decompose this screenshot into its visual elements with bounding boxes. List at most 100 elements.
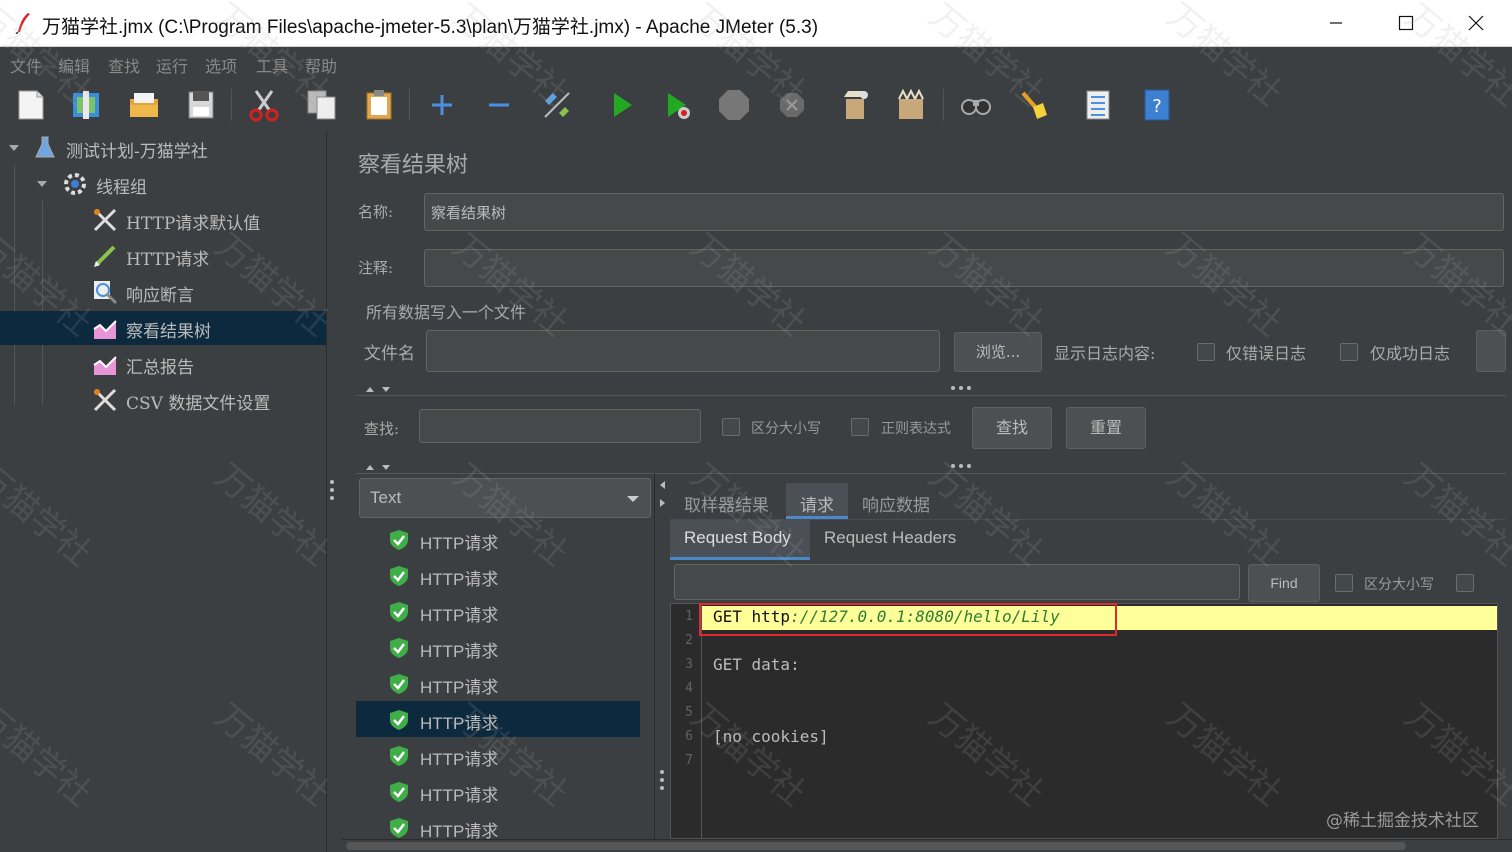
body-regex-checkbox[interactable] xyxy=(1456,574,1474,592)
configure-button[interactable] xyxy=(1476,330,1506,372)
expand-icon[interactable] xyxy=(424,87,460,123)
tree-item-view-results-tree[interactable]: 察看结果树 xyxy=(0,311,326,345)
tree-item-test-plan[interactable]: 测试计划-万猫学社 xyxy=(0,131,326,165)
split-arrows-icon[interactable] xyxy=(364,384,394,394)
close-icon xyxy=(1468,15,1484,31)
templates-icon[interactable] xyxy=(68,87,104,123)
sampler-pen-icon xyxy=(94,245,116,267)
results-splitter[interactable] xyxy=(654,473,668,843)
tree-item-label: HTTP请求 xyxy=(126,250,210,270)
body-find-button[interactable]: Find xyxy=(1248,564,1320,602)
editor-scrollbar[interactable] xyxy=(1500,603,1512,683)
success-only-checkbox[interactable] xyxy=(1340,343,1358,361)
find-button[interactable]: 查找 xyxy=(972,407,1052,449)
cut-icon[interactable] xyxy=(246,87,282,123)
scrollbar-thumb[interactable] xyxy=(346,842,1406,850)
errors-only-checkbox[interactable] xyxy=(1197,343,1215,361)
split-arrows-icon xyxy=(660,481,665,507)
code-line-3: GET data: xyxy=(713,655,800,674)
result-item[interactable]: HTTP请求 xyxy=(356,521,640,557)
save-icon[interactable] xyxy=(183,87,219,123)
tab-request-headers[interactable]: Request Headers xyxy=(824,528,956,548)
tree-item-label: 响应断言 xyxy=(126,286,194,306)
clear-icon[interactable] xyxy=(836,87,872,123)
menu-options[interactable]: 选项 xyxy=(205,53,237,77)
maximize-button[interactable] xyxy=(1386,8,1426,38)
success-shield-icon xyxy=(390,674,408,694)
tab-request-body-label: Request Body xyxy=(684,528,791,547)
help-icon[interactable]: ? xyxy=(1139,87,1175,123)
tree-item-http-request[interactable]: HTTP请求 xyxy=(0,239,326,273)
split-arrows-icon[interactable] xyxy=(364,462,394,472)
copy-icon[interactable] xyxy=(304,87,340,123)
tree-item-summary-report[interactable]: 汇总报告 xyxy=(0,347,326,381)
jmeter-feather-icon xyxy=(15,13,30,34)
menu-edit[interactable]: 编辑 xyxy=(58,53,90,77)
tab-request-body[interactable]: Request Body xyxy=(670,520,810,560)
stop-icon[interactable] xyxy=(716,87,752,123)
result-item[interactable]: HTTP请求 xyxy=(356,629,640,665)
menu-help[interactable]: 帮助 xyxy=(305,53,337,77)
menu-search[interactable]: 查找 xyxy=(108,53,140,77)
toggle-icon[interactable] xyxy=(539,87,575,123)
menu-tools[interactable]: 工具 xyxy=(256,53,288,77)
request-body-editor[interactable]: 1 2 3 4 5 6 7 GET http://127.0.0.1:8080/… xyxy=(670,603,1498,840)
search-input[interactable] xyxy=(419,409,701,443)
vertical-drag-handle-icon[interactable] xyxy=(328,479,336,501)
tab-request[interactable]: 请求 xyxy=(786,483,848,519)
name-field[interactable]: 察看结果树 xyxy=(424,193,1504,231)
line-number: 6 xyxy=(685,729,693,744)
drag-handle-icon[interactable] xyxy=(950,463,972,469)
browse-button[interactable]: 浏览... xyxy=(954,332,1042,372)
chevron-down-icon xyxy=(627,496,639,502)
tree-item-response-assertion[interactable]: 响应断言 xyxy=(0,275,326,309)
result-item[interactable]: HTTP请求 xyxy=(356,593,640,629)
horizontal-scrollbar[interactable] xyxy=(342,839,1512,852)
collapse-icon[interactable] xyxy=(481,87,517,123)
success-shield-icon xyxy=(390,530,408,550)
regex-checkbox[interactable] xyxy=(851,418,869,436)
case-sensitive-checkbox[interactable] xyxy=(722,418,740,436)
tab-response-data[interactable]: 响应数据 xyxy=(862,483,930,519)
menu-file[interactable]: 文件 xyxy=(10,53,42,77)
tree-item-http-defaults[interactable]: HTTP请求默认值 xyxy=(0,203,326,237)
close-button[interactable] xyxy=(1456,8,1496,38)
open-icon[interactable] xyxy=(126,87,162,123)
tree-item-thread-group[interactable]: 线程组 xyxy=(0,167,326,201)
paste-icon[interactable] xyxy=(361,87,397,123)
body-find-input[interactable] xyxy=(674,564,1240,600)
renderer-select[interactable]: Text xyxy=(359,478,651,518)
new-icon[interactable] xyxy=(13,87,49,123)
start-icon[interactable] xyxy=(604,87,640,123)
result-item[interactable]: HTTP请求 xyxy=(356,665,640,701)
shutdown-icon[interactable] xyxy=(774,87,810,123)
search-icon[interactable] xyxy=(958,87,994,123)
drag-handle-icon[interactable] xyxy=(950,385,972,391)
filename-input[interactable] xyxy=(426,330,940,372)
minimize-icon xyxy=(1330,22,1342,24)
svg-text:?: ? xyxy=(1152,96,1162,117)
minimize-button[interactable] xyxy=(1316,8,1356,38)
menu-run[interactable]: 运行 xyxy=(156,53,188,77)
line-number: 5 xyxy=(685,705,693,720)
tree-item-csv-data-set[interactable]: CSV 数据文件设置 xyxy=(0,383,326,417)
tab-sampler-result[interactable]: 取样器结果 xyxy=(684,483,769,519)
result-item[interactable]: HTTP请求 xyxy=(356,737,640,773)
comment-field[interactable] xyxy=(424,249,1504,287)
clear-all-icon[interactable] xyxy=(893,87,929,123)
result-item[interactable]: HTTP请求 xyxy=(356,557,640,593)
renderer-select-value: Text xyxy=(370,488,402,507)
name-label: 名称: xyxy=(358,203,394,221)
body-case-sensitive-checkbox[interactable] xyxy=(1335,574,1353,592)
case-sensitive-label: 区分大小写 xyxy=(751,421,821,437)
menu-bar: 文件 编辑 查找 运行 选项 工具 帮助 xyxy=(0,47,1512,79)
chevron-down-icon xyxy=(9,145,19,151)
result-item-selected[interactable]: HTTP请求 xyxy=(356,701,640,737)
result-item[interactable]: HTTP请求 xyxy=(356,773,640,809)
reset-search-icon[interactable] xyxy=(1015,87,1051,123)
reset-button[interactable]: 重置 xyxy=(1066,407,1146,449)
tree-item-label: 察看结果树 xyxy=(126,322,211,342)
function-helper-icon[interactable] xyxy=(1080,87,1116,123)
start-no-pause-icon[interactable] xyxy=(660,87,696,123)
success-shield-icon xyxy=(390,746,408,766)
